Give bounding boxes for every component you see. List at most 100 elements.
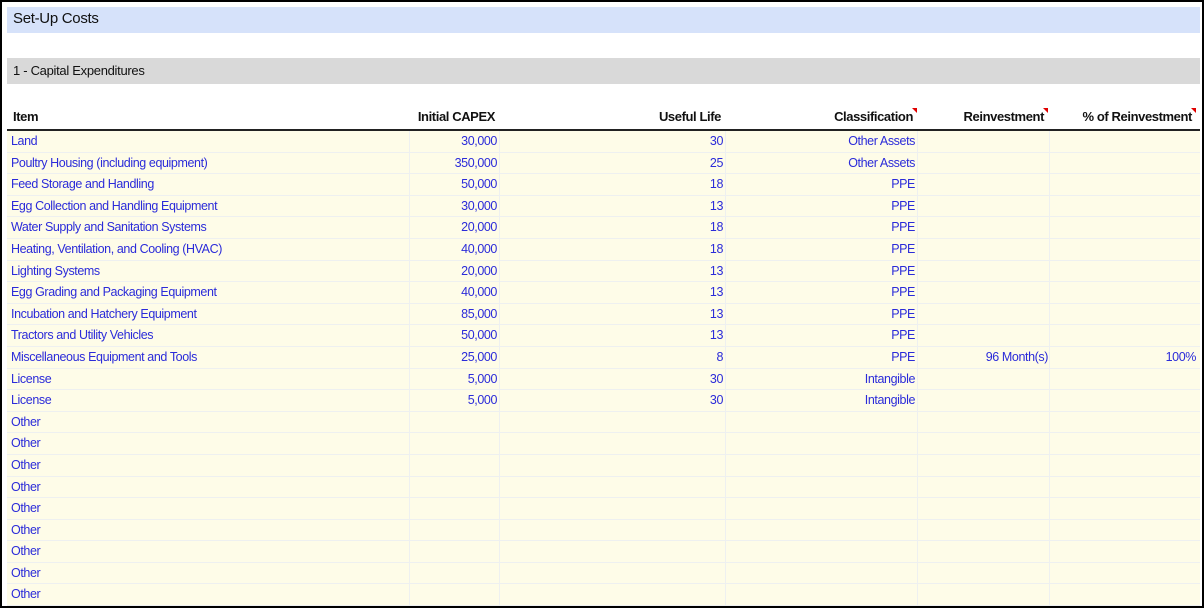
useful-life-cell[interactable] — [500, 562, 726, 584]
reinvestment-cell[interactable] — [918, 195, 1050, 217]
initial-capex-cell[interactable]: 30,000 — [410, 131, 500, 152]
initial-capex-cell[interactable] — [410, 562, 500, 584]
reinvestment-cell[interactable] — [918, 325, 1050, 346]
column-header-useful-life[interactable]: Useful Life — [659, 109, 721, 129]
initial-capex-cell[interactable]: 50,000 — [410, 174, 500, 195]
initial-capex-cell[interactable] — [410, 411, 500, 433]
initial-capex-cell[interactable]: 350,000 — [410, 152, 500, 174]
item-cell[interactable]: Other — [7, 562, 410, 584]
pct-reinvestment-cell[interactable] — [1050, 390, 1198, 411]
initial-capex-cell[interactable] — [410, 454, 500, 476]
column-header-item[interactable]: Item — [13, 109, 39, 129]
useful-life-cell[interactable] — [500, 498, 726, 519]
useful-life-cell[interactable]: 13 — [500, 325, 726, 346]
useful-life-cell[interactable]: 18 — [500, 217, 726, 238]
useful-life-cell[interactable]: 13 — [500, 260, 726, 282]
useful-life-cell[interactable] — [500, 584, 726, 606]
useful-life-cell[interactable]: 13 — [500, 282, 726, 303]
pct-reinvestment-cell[interactable]: 100% — [1050, 347, 1198, 368]
column-header-classification[interactable]: Classification — [834, 108, 917, 129]
classification-cell[interactable]: PPE — [726, 346, 918, 368]
item-cell[interactable]: License — [7, 368, 410, 390]
reinvestment-cell[interactable] — [918, 454, 1050, 476]
reinvestment-cell[interactable] — [918, 217, 1050, 238]
classification-cell[interactable] — [726, 498, 918, 519]
classification-cell[interactable]: PPE — [726, 303, 918, 325]
useful-life-cell[interactable]: 8 — [500, 346, 726, 368]
pct-reinvestment-cell[interactable] — [1050, 217, 1198, 238]
classification-cell[interactable]: PPE — [726, 260, 918, 282]
initial-capex-cell[interactable]: 40,000 — [410, 238, 500, 260]
useful-life-cell[interactable] — [500, 411, 726, 433]
initial-capex-cell[interactable] — [410, 476, 500, 498]
comment-indicator-icon[interactable] — [1043, 108, 1048, 113]
pct-reinvestment-cell[interactable] — [1050, 282, 1198, 303]
initial-capex-cell[interactable]: 85,000 — [410, 303, 500, 325]
item-cell[interactable]: Miscellaneous Equipment and Tools — [7, 346, 410, 368]
reinvestment-cell[interactable] — [918, 411, 1050, 433]
useful-life-cell[interactable] — [500, 433, 726, 454]
pct-reinvestment-cell[interactable] — [1050, 477, 1198, 498]
reinvestment-cell[interactable] — [918, 562, 1050, 584]
initial-capex-cell[interactable]: 20,000 — [410, 217, 500, 238]
initial-capex-cell[interactable]: 20,000 — [410, 260, 500, 282]
useful-life-cell[interactable] — [500, 476, 726, 498]
comment-indicator-icon[interactable] — [1191, 108, 1196, 113]
classification-cell[interactable]: PPE — [726, 217, 918, 238]
initial-capex-cell[interactable]: 30,000 — [410, 195, 500, 217]
pct-reinvestment-cell[interactable] — [1050, 433, 1198, 454]
pct-reinvestment-cell[interactable] — [1050, 541, 1198, 562]
classification-cell[interactable]: Intangible — [726, 390, 918, 411]
item-cell[interactable]: Other — [7, 584, 410, 606]
useful-life-cell[interactable] — [500, 519, 726, 541]
useful-life-cell[interactable]: 30 — [500, 390, 726, 411]
initial-capex-cell[interactable] — [410, 541, 500, 562]
classification-cell[interactable] — [726, 562, 918, 584]
reinvestment-cell[interactable] — [918, 303, 1050, 325]
item-cell[interactable]: Other — [7, 454, 410, 476]
pct-reinvestment-cell[interactable] — [1050, 325, 1198, 346]
column-header-reinvestment[interactable]: Reinvestment — [964, 108, 1048, 129]
comment-indicator-icon[interactable] — [912, 108, 917, 113]
reinvestment-cell[interactable] — [918, 174, 1050, 195]
useful-life-cell[interactable] — [500, 541, 726, 562]
classification-cell[interactable]: PPE — [726, 282, 918, 303]
classification-cell[interactable] — [726, 411, 918, 433]
pct-reinvestment-cell[interactable] — [1050, 196, 1198, 217]
pct-reinvestment-cell[interactable] — [1050, 520, 1198, 541]
classification-cell[interactable] — [726, 541, 918, 562]
useful-life-cell[interactable] — [500, 454, 726, 476]
item-cell[interactable]: Other — [7, 541, 410, 562]
item-cell[interactable]: Other — [7, 498, 410, 519]
useful-life-cell[interactable]: 13 — [500, 303, 726, 325]
reinvestment-cell[interactable] — [918, 131, 1050, 152]
classification-cell[interactable] — [726, 433, 918, 454]
reinvestment-cell[interactable] — [918, 238, 1050, 260]
classification-cell[interactable]: Other Assets — [726, 131, 918, 152]
classification-cell[interactable]: PPE — [726, 325, 918, 346]
initial-capex-cell[interactable] — [410, 584, 500, 606]
pct-reinvestment-cell[interactable] — [1050, 498, 1198, 519]
pct-reinvestment-cell[interactable] — [1050, 153, 1198, 174]
initial-capex-cell[interactable] — [410, 519, 500, 541]
item-cell[interactable]: Other — [7, 519, 410, 541]
reinvestment-cell[interactable] — [918, 260, 1050, 282]
reinvestment-cell[interactable] — [918, 584, 1050, 606]
pct-reinvestment-cell[interactable] — [1050, 369, 1198, 390]
item-cell[interactable]: Heating, Ventilation, and Cooling (HVAC) — [7, 238, 410, 260]
column-header-initial-capex[interactable]: Initial CAPEX — [418, 109, 496, 129]
item-cell[interactable]: Feed Storage and Handling — [7, 174, 410, 195]
pct-reinvestment-cell[interactable] — [1050, 584, 1198, 605]
classification-cell[interactable] — [726, 454, 918, 476]
item-cell[interactable]: Incubation and Hatchery Equipment — [7, 303, 410, 325]
classification-cell[interactable] — [726, 476, 918, 498]
classification-cell[interactable]: Other Assets — [726, 152, 918, 174]
initial-capex-cell[interactable] — [410, 433, 500, 454]
reinvestment-cell[interactable] — [918, 433, 1050, 454]
item-cell[interactable]: Other — [7, 433, 410, 454]
item-cell[interactable]: Other — [7, 411, 410, 433]
reinvestment-cell[interactable] — [918, 541, 1050, 562]
classification-cell[interactable]: Intangible — [726, 368, 918, 390]
item-cell[interactable]: Other — [7, 476, 410, 498]
initial-capex-cell[interactable]: 50,000 — [410, 325, 500, 346]
